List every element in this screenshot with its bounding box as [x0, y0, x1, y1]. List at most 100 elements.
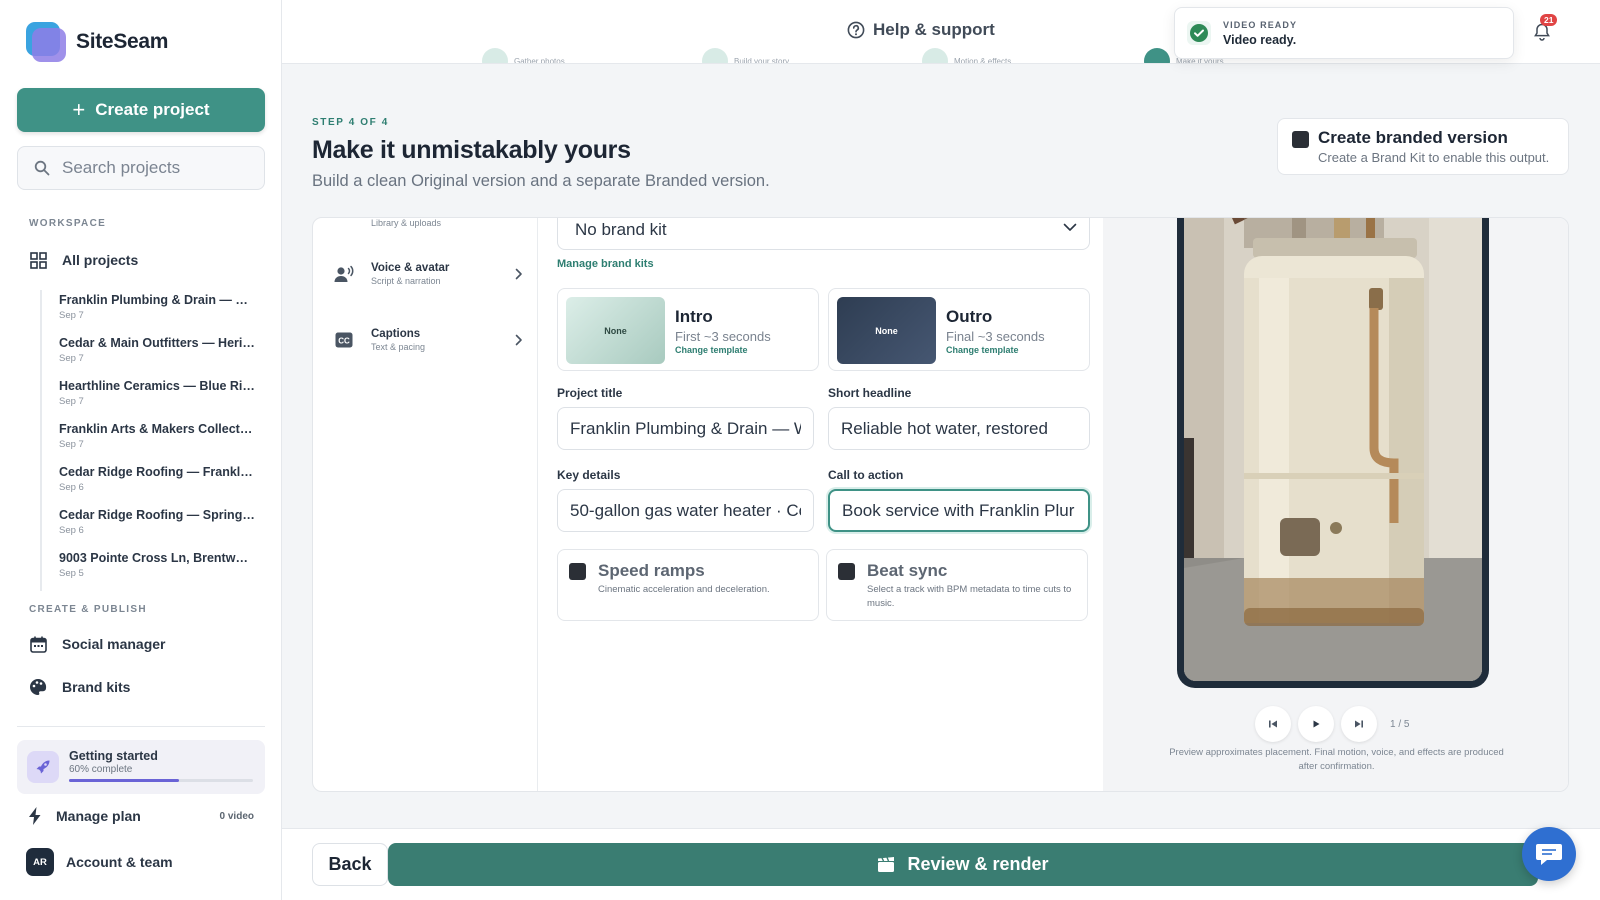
review-render-label: Review & render [907, 854, 1049, 874]
project-date: Sep 6 [59, 482, 84, 493]
manage-plan-value: 0 video [219, 810, 254, 822]
video-ready-toast[interactable]: VIDEO READY Video ready. [1174, 7, 1514, 59]
manage-plan[interactable]: Manage plan 0 video [28, 807, 254, 825]
project-title: Franklin Arts & Makers Collectiv... [59, 422, 255, 436]
create-project-button[interactable]: + Create project [17, 88, 265, 132]
speed-ramps-title: Speed ramps [598, 561, 705, 580]
skip-back-icon [1269, 720, 1277, 728]
rocket-icon [27, 751, 59, 783]
project-title: Cedar Ridge Roofing — Spring R... [59, 508, 255, 522]
create-project-label: Create project [95, 100, 210, 119]
project-date: Sep 6 [59, 525, 84, 536]
project-date: Sep 5 [59, 568, 84, 579]
slide-counter: 1 / 5 [1390, 718, 1410, 730]
search-input[interactable] [62, 158, 252, 178]
avatar: AR [26, 848, 54, 876]
getting-started-title: Getting started [69, 749, 158, 763]
help-support-link[interactable]: Help & support [847, 20, 995, 40]
nav-brand-kits-label: Brand kits [62, 679, 131, 695]
intro-title: Intro [675, 307, 713, 326]
nav-voice-sub: Script & narration [371, 276, 441, 286]
outro-change-template-link[interactable]: Change template [946, 345, 1019, 355]
branded-checkbox[interactable] [1292, 131, 1309, 148]
key-details-input[interactable] [557, 489, 814, 532]
intro-change-template-link[interactable]: Change template [675, 345, 748, 355]
nav-brand-kits[interactable]: Brand kits [28, 677, 130, 697]
beat-sync-sub: Select a track with BPM metadata to time… [867, 584, 1072, 609]
speed-ramps-sub: Cinematic acceleration and deceleration. [598, 584, 770, 595]
bolt-icon [29, 807, 41, 825]
project-date: Sep 7 [59, 396, 84, 407]
help-support-label: Help & support [873, 20, 995, 39]
beat-sync-title: Beat sync [867, 561, 948, 580]
footer-bar: Back Review & render [282, 828, 1600, 900]
create-publish-label: CREATE & PUBLISH [29, 604, 147, 615]
page-title: Make it unmistakably yours [312, 136, 631, 164]
back-button[interactable]: Back [312, 843, 388, 886]
project-item[interactable]: 9003 Pointe Cross Ln, Brentwoo... Sep 5 [42, 548, 270, 591]
project-item[interactable]: Hearthline Ceramics — Blue Rid... Sep 7 [42, 376, 270, 419]
create-branded-version-toggle[interactable]: Create branded version Create a Brand Ki… [1277, 118, 1569, 175]
chevron-right-icon [515, 334, 522, 346]
call-to-action-label: Call to action [828, 468, 904, 482]
next-button[interactable] [1341, 706, 1377, 742]
outro-thumbnail: None [837, 297, 936, 364]
getting-started-progress-bar [69, 779, 253, 782]
project-item[interactable]: Cedar Ridge Roofing — Spring R... Sep 6 [42, 505, 270, 548]
project-item[interactable]: Cedar & Main Outfitters — Herit... Sep 7 [42, 333, 270, 376]
key-details-label: Key details [557, 468, 621, 482]
call-to-action-input[interactable] [828, 489, 1090, 532]
speed-ramps-option[interactable]: Speed ramps Cinematic acceleration and d… [557, 549, 819, 621]
project-title: Cedar Ridge Roofing — Franklin ... [59, 465, 255, 479]
step-caption: Build your story [734, 57, 790, 64]
nav-media-sub: Library & uploads [371, 218, 442, 228]
project-title: Cedar & Main Outfitters — Herit... [59, 336, 255, 350]
project-date: Sep 7 [59, 353, 84, 364]
beat-sync-option[interactable]: Beat sync Select a track with BPM metada… [826, 549, 1088, 621]
account-team[interactable]: AR Account & team [26, 848, 173, 876]
project-item[interactable]: Franklin Plumbing & Drain — W... Sep 7 [42, 290, 270, 333]
preview-pane: 1 / 5 Preview approximates placement. Fi… [1103, 218, 1568, 791]
outro-sub: Final ~3 seconds [946, 329, 1045, 344]
account-label: Account & team [66, 854, 173, 870]
page-subtitle: Build a clean Original version and a sep… [312, 172, 770, 190]
speed-ramps-checkbox[interactable] [569, 563, 586, 580]
chat-bubble-icon [1536, 844, 1562, 865]
intro-template-card[interactable]: None Intro First ~3 seconds Change templ… [557, 288, 819, 371]
play-button[interactable] [1298, 706, 1334, 742]
nav-captions[interactable]: CC Captions Text & pacing [333, 328, 523, 352]
phone-frame [1177, 218, 1489, 688]
brand[interactable]: SiteSeam [26, 22, 168, 62]
svg-text:CC: CC [338, 336, 350, 345]
project-date: Sep 7 [59, 310, 84, 321]
manage-brand-kits-link[interactable]: Manage brand kits [557, 258, 654, 270]
nav-social-manager[interactable]: Social manager [28, 634, 166, 654]
project-item[interactable]: Cedar Ridge Roofing — Franklin ... Sep 6 [42, 462, 270, 505]
project-item[interactable]: Franklin Arts & Makers Collectiv... Sep 7 [42, 419, 270, 462]
project-title-label: Project title [557, 386, 623, 400]
chat-launcher[interactable] [1522, 827, 1576, 881]
brand-name: SiteSeam [76, 30, 169, 53]
sidebar-divider [17, 726, 265, 727]
short-headline-input[interactable] [828, 407, 1090, 450]
branded-subtitle: Create a Brand Kit to enable this output… [1318, 150, 1550, 165]
play-icon [1313, 720, 1320, 728]
beat-sync-checkbox[interactable] [838, 563, 855, 580]
project-title-input[interactable] [557, 407, 814, 450]
previous-button[interactable] [1255, 706, 1291, 742]
project-title: Franklin Plumbing & Drain — W... [59, 293, 255, 307]
nav-all-projects[interactable]: All projects [28, 250, 138, 270]
notification-badge: 21 [1540, 14, 1558, 26]
project-title: Hearthline Ceramics — Blue Rid... [59, 379, 255, 393]
search-box [17, 146, 265, 190]
getting-started-card[interactable]: Getting started 60% complete [17, 740, 265, 794]
review-render-button[interactable]: Review & render [388, 843, 1538, 886]
branded-title: Create branded version [1318, 128, 1508, 147]
outro-template-card[interactable]: None Outro Final ~3 seconds Change templ… [828, 288, 1090, 371]
nav-social-manager-label: Social manager [62, 636, 166, 652]
captions-icon: CC [333, 329, 355, 351]
skip-forward-icon [1355, 720, 1363, 728]
brand-kit-select[interactable]: No brand kit [557, 218, 1090, 250]
nav-voice-avatar[interactable]: Voice & avatar Script & narration [333, 262, 523, 286]
nav-media[interactable]: Library & uploads [333, 218, 523, 228]
